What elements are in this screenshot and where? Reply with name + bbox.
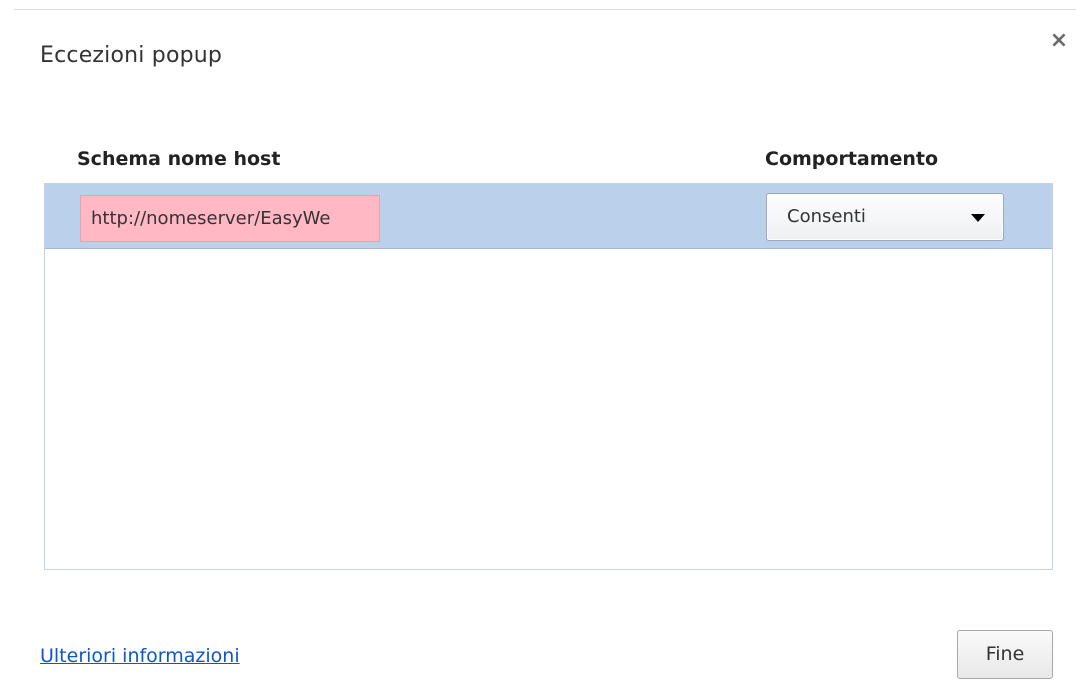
top-divider [14, 9, 1076, 10]
close-icon[interactable]: × [1046, 28, 1072, 54]
column-header-behavior: Comportamento [765, 148, 939, 170]
dropdown-arrow-icon [971, 214, 985, 222]
behavior-select[interactable]: Consenti [766, 193, 1004, 241]
learn-more-link[interactable]: Ulteriori informazioni [40, 645, 240, 667]
host-pattern-input[interactable]: http://nomeserver/EasyWe [80, 195, 380, 242]
exception-row-selected[interactable]: http://nomeserver/EasyWe Consenti [45, 184, 1052, 249]
done-button[interactable]: Fine [957, 630, 1053, 679]
exceptions-list[interactable]: http://nomeserver/EasyWe Consenti [44, 183, 1053, 570]
behavior-select-value: Consenti [787, 206, 866, 227]
dialog-title: Eccezioni popup [40, 43, 223, 68]
column-header-host-pattern: Schema nome host [77, 148, 281, 170]
popup-exceptions-dialog: Eccezioni popup × Schema nome host Compo… [0, 0, 1076, 698]
